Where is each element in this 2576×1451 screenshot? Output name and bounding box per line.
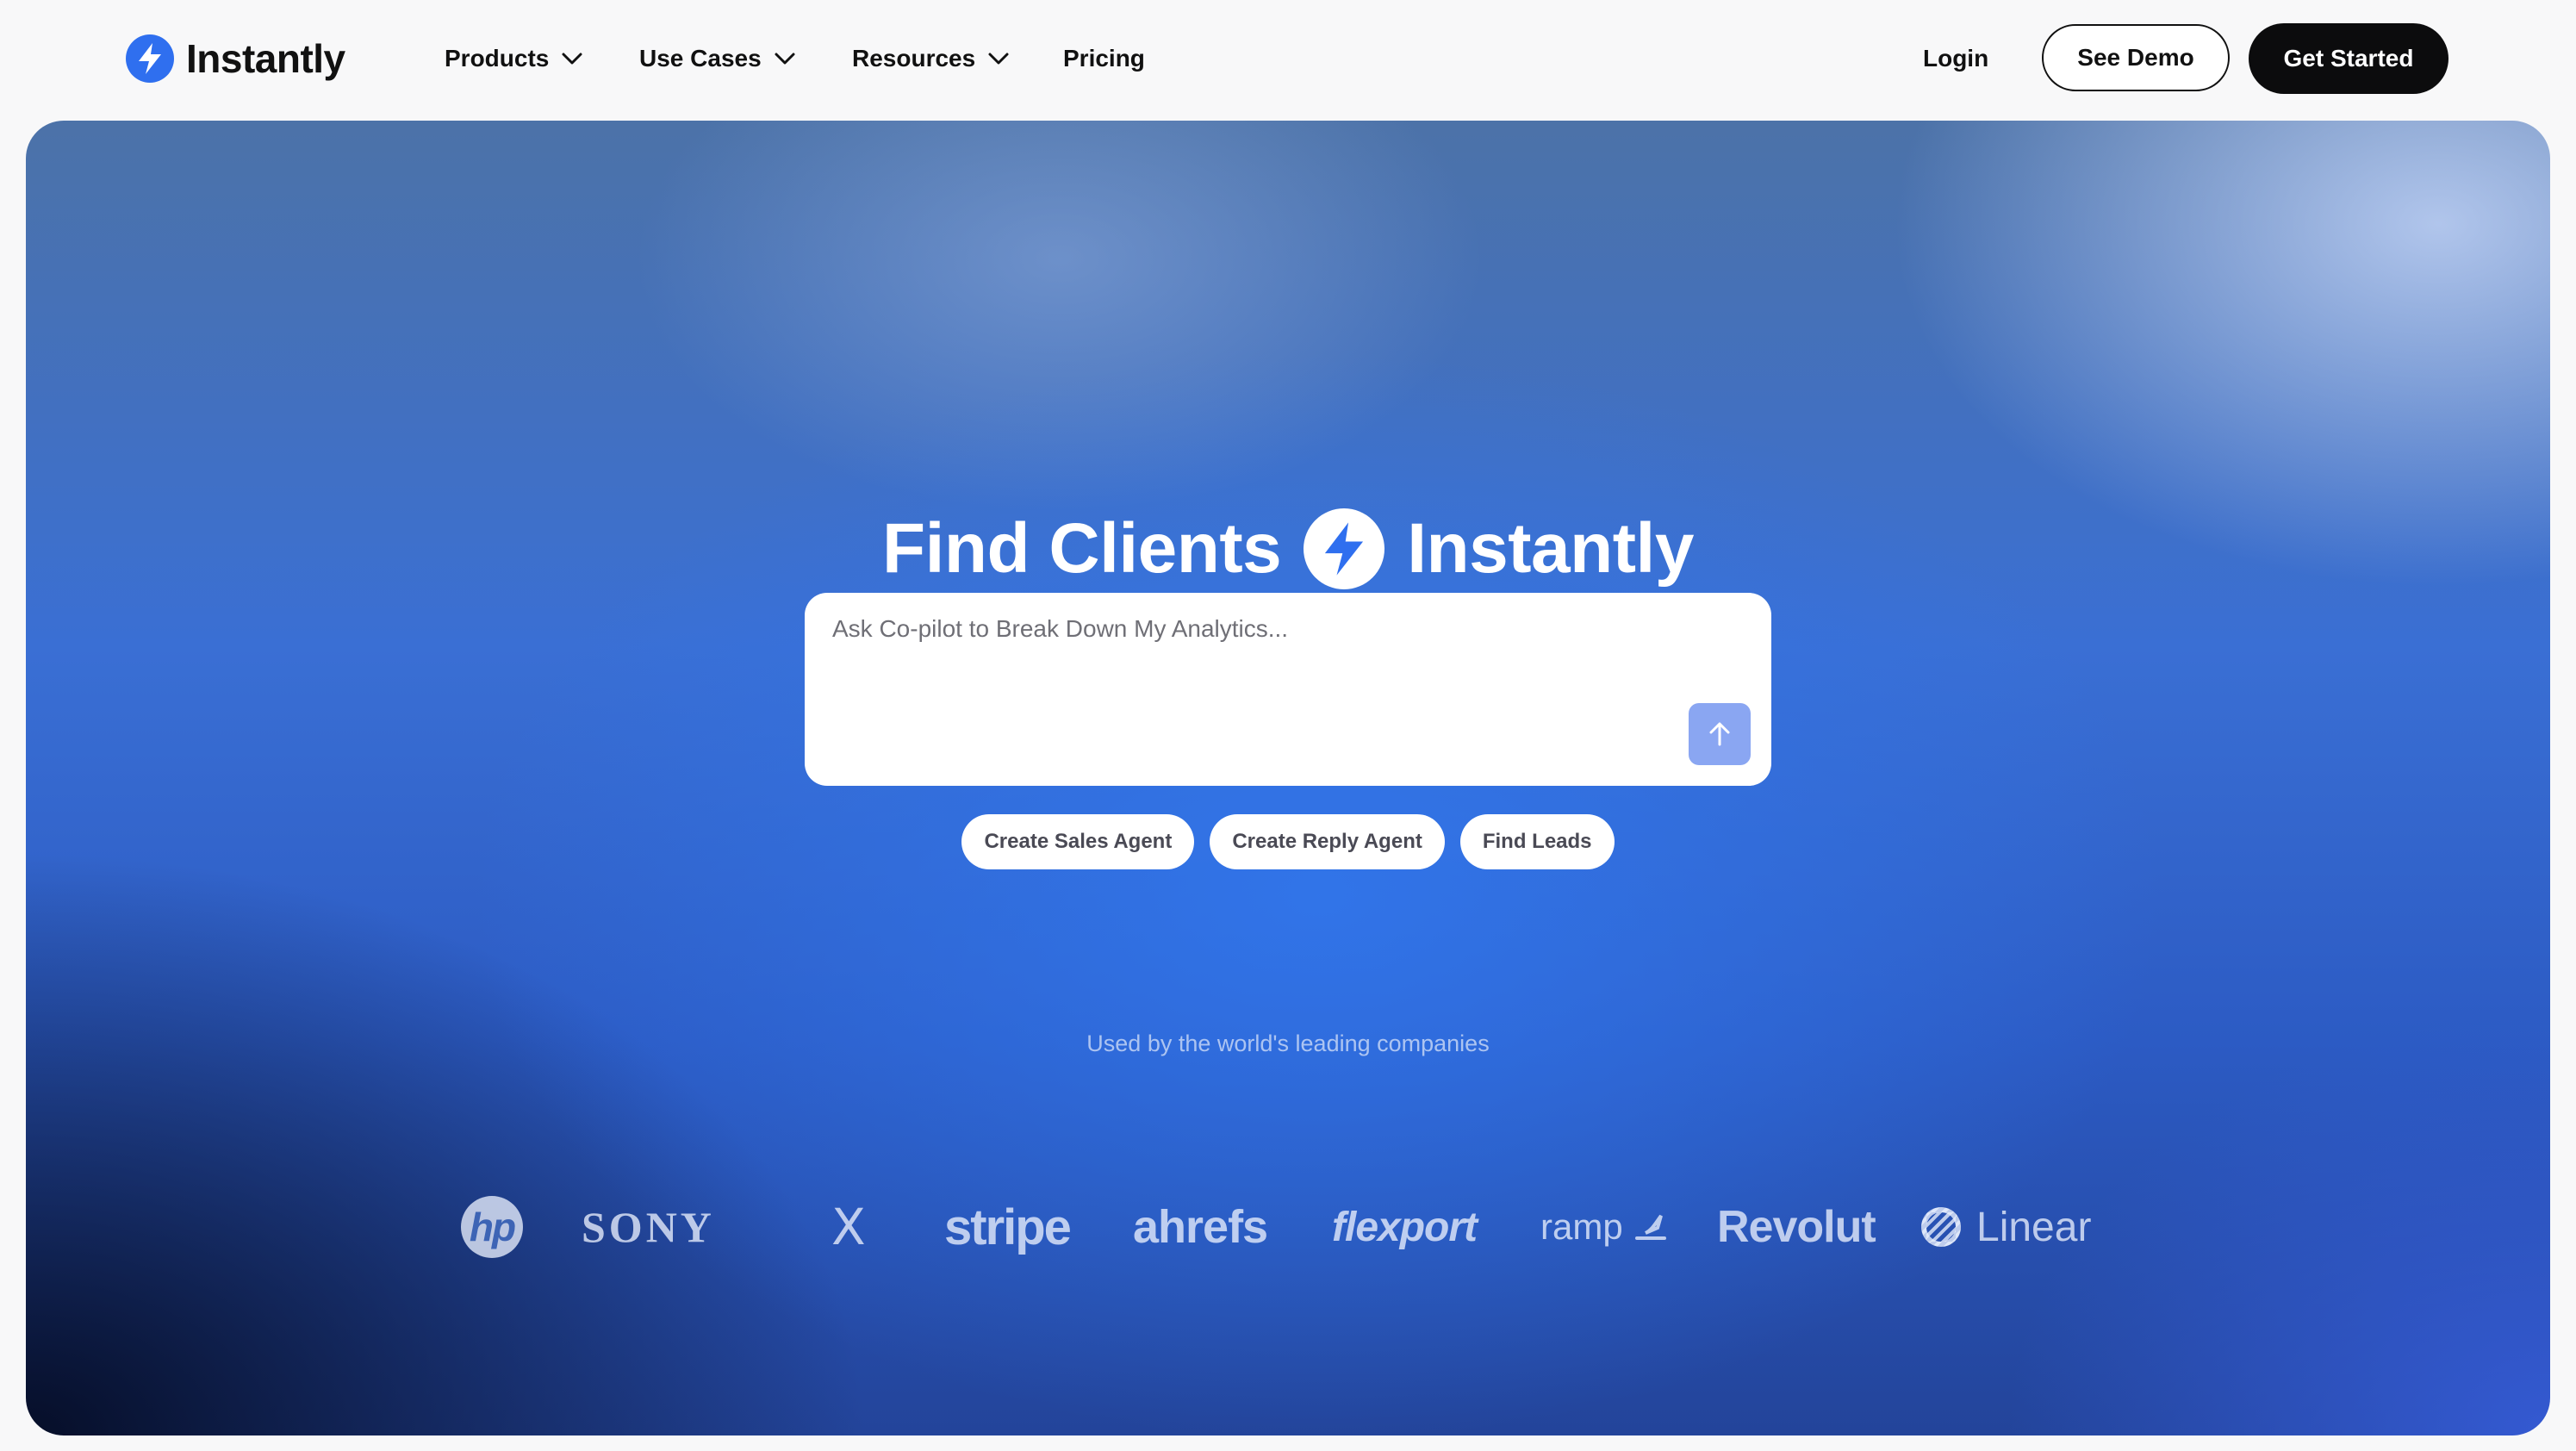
copilot-chat-box — [805, 593, 1771, 786]
top-nav: Instantly Products Use Cases Resources P… — [0, 0, 2576, 119]
nav-item-label: Use Cases — [639, 45, 762, 72]
nav-item-label: Pricing — [1063, 45, 1145, 72]
lightning-icon — [126, 34, 174, 83]
arrow-up-icon — [1709, 722, 1730, 746]
hero-title-left: Find Clients — [882, 509, 1282, 588]
revolut-logo: Revolut — [1717, 1202, 1876, 1252]
hero-title-right: Instantly — [1407, 509, 1694, 588]
ahrefs-logo: ahrefs — [1133, 1201, 1268, 1253]
flexport-logo: flexport — [1332, 1204, 1478, 1250]
chevron-down-icon — [775, 53, 795, 65]
hero-title: Find Clients Instantly — [26, 508, 2550, 589]
nav-item-label: Resources — [852, 45, 976, 72]
get-started-button[interactable]: Get Started — [2249, 23, 2448, 94]
nav-item-products[interactable]: Products — [445, 38, 585, 79]
x-logo: X — [831, 1198, 866, 1256]
hp-logo: hp — [461, 1184, 523, 1270]
ramp-mark-icon — [1634, 1214, 1666, 1240]
chip-find-leads[interactable]: Find Leads — [1459, 814, 1615, 869]
see-demo-button[interactable]: See Demo — [2042, 24, 2230, 91]
sony-logo: SONY — [582, 1203, 715, 1251]
nav-item-use-cases[interactable]: Use Cases — [639, 38, 798, 79]
customer-logos: hp SONY X stripe ahrefs flexport ramp Re… — [26, 1184, 2550, 1270]
nav-item-resources[interactable]: Resources — [852, 38, 1011, 79]
suggestion-chips: Create Sales Agent Create Reply Agent Fi… — [26, 814, 2550, 869]
brand-name: Instantly — [186, 36, 345, 81]
chevron-down-icon — [988, 53, 1009, 65]
used-by-caption: Used by the world's leading companies — [1086, 1031, 1490, 1056]
chip-create-sales-agent[interactable]: Create Sales Agent — [961, 814, 1195, 869]
hero-section: Find Clients Instantly Get more clients … — [26, 121, 2550, 1435]
nav-item-label: Products — [445, 45, 550, 72]
stripe-logo: stripe — [944, 1199, 1072, 1255]
nav-item-pricing[interactable]: Pricing — [1063, 38, 1145, 79]
ramp-logo: ramp — [1540, 1184, 1668, 1270]
brand-logo[interactable]: Instantly — [126, 33, 345, 84]
send-button[interactable] — [1689, 703, 1751, 765]
chip-create-reply-agent[interactable]: Create Reply Agent — [1210, 814, 1445, 869]
copilot-chat-input[interactable] — [831, 613, 1713, 720]
login-link[interactable]: Login — [1923, 38, 1988, 79]
linear-mark-icon — [1921, 1207, 1961, 1247]
linear-logo: Linear — [1921, 1184, 2091, 1270]
chevron-down-icon — [562, 53, 582, 65]
lightning-icon — [1304, 508, 1385, 589]
